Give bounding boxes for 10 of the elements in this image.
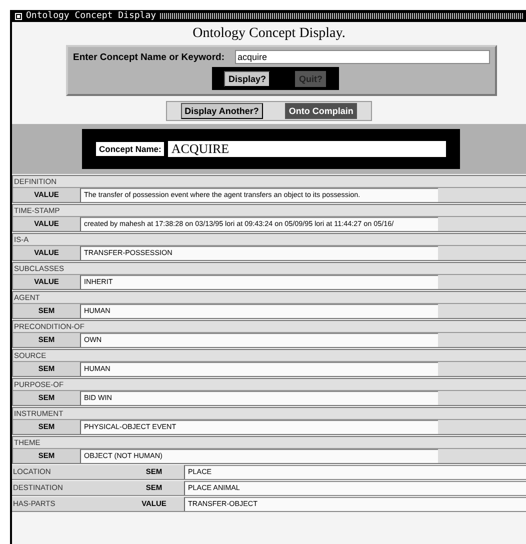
search-field[interactable]: acquire [234, 50, 490, 64]
action-button[interactable]: Display? [224, 70, 270, 86]
concept-name: ACQUIRE [168, 141, 446, 157]
window-title: Ontology Concept Display [26, 11, 156, 21]
page-heading: Ontology Concept Display. [192, 26, 346, 42]
search-label: Enter Concept Name or Keyword: [73, 52, 224, 62]
window-menu-icon[interactable] [15, 12, 22, 20]
nav-button[interactable]: Display Another? [180, 103, 263, 119]
concept-label: Concept Name: [96, 142, 164, 156]
nav-button[interactable]: Onto Complain [284, 103, 358, 119]
